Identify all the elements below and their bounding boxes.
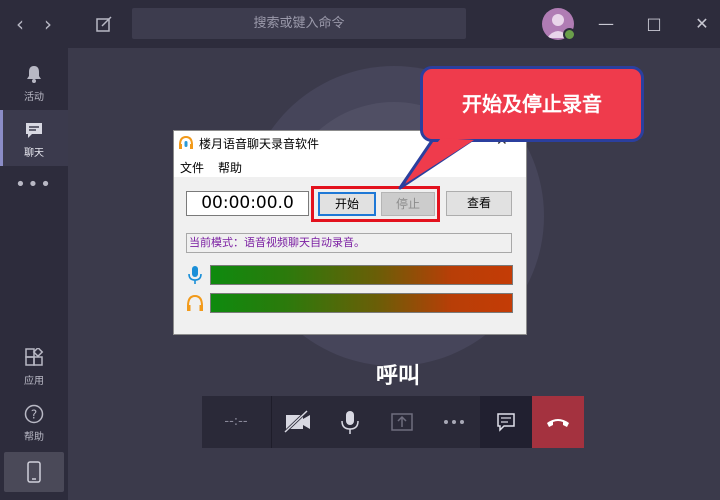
svg-text:?: ?: [31, 408, 37, 422]
chevron-right-icon[interactable]: ›: [36, 12, 60, 36]
rail-item-activity[interactable]: 活动: [0, 54, 68, 110]
call-toolbar: --:--: [202, 396, 584, 448]
bell-icon: [27, 66, 41, 83]
recording-time: 00:00:00.0: [186, 191, 309, 216]
rail-item-chat[interactable]: 聊天: [0, 110, 68, 166]
title-bar: ‹ › 搜索或键入命令 — □ ✕: [0, 0, 720, 48]
rail-item-label: 帮助: [24, 432, 44, 443]
status-badge: [563, 28, 576, 41]
chevron-left-icon[interactable]: ‹: [8, 12, 32, 36]
menu-help[interactable]: 帮助: [218, 159, 242, 176]
rail-item-label: 聊天: [24, 148, 44, 159]
mode-status: 当前模式：语音视频聊天自动录音。: [186, 233, 512, 253]
maximize-icon[interactable]: □: [642, 12, 666, 36]
view-button[interactable]: 查看: [446, 191, 512, 216]
more-options-icon[interactable]: [428, 396, 480, 448]
menu-file[interactable]: 文件: [180, 159, 204, 176]
speaker-level-meter: [210, 293, 513, 313]
rail-item-apps[interactable]: 应用: [0, 338, 68, 394]
callout-annotation: 开始及停止录音: [420, 66, 644, 142]
recorder-title: 楼月语音聊天录音软件: [199, 137, 320, 151]
hang-up-icon: [547, 419, 569, 427]
search-input[interactable]: 搜索或键入命令: [132, 8, 466, 39]
start-button[interactable]: 开始: [318, 192, 376, 216]
apps-icon: [25, 348, 44, 366]
caller-name: 呼叫: [375, 364, 420, 389]
headphones-icon: [187, 294, 203, 311]
more-icon[interactable]: •••: [0, 170, 68, 200]
chat-button[interactable]: [480, 396, 532, 448]
minimize-icon[interactable]: —: [594, 12, 618, 36]
headphones-icon: [179, 135, 193, 149]
device-button[interactable]: [4, 452, 64, 492]
rail-item-label: 应用: [24, 376, 44, 387]
chat-icon: [26, 123, 42, 138]
microphone-icon[interactable]: [324, 396, 376, 448]
recorder-window: 楼月语音聊天录音软件 ✕ 文件 帮助 00:00:00.0 开始 停止 查看 当…: [173, 130, 527, 335]
share-screen-icon[interactable]: [376, 396, 428, 448]
camera-off-icon[interactable]: [272, 396, 324, 448]
close-icon[interactable]: ✕: [690, 12, 714, 36]
phone-icon: [27, 461, 41, 483]
rail-item-help[interactable]: ? 帮助: [0, 394, 68, 450]
call-timer: --:--: [224, 414, 248, 429]
recorder-menu-bar: 文件 帮助: [174, 155, 526, 177]
chat-icon: [497, 413, 515, 432]
compose-icon[interactable]: [92, 12, 116, 36]
callout-text: 开始及停止录音: [462, 92, 602, 116]
rail-item-label: 活动: [24, 92, 44, 103]
stop-button[interactable]: 停止: [381, 192, 435, 216]
help-icon: ?: [24, 404, 44, 424]
microphone-icon: [188, 266, 202, 284]
app-rail: 活动 聊天 ••• 应用 ? 帮助: [0, 48, 68, 500]
microphone-level-meter: [210, 265, 513, 285]
hang-up-button[interactable]: [532, 396, 584, 448]
